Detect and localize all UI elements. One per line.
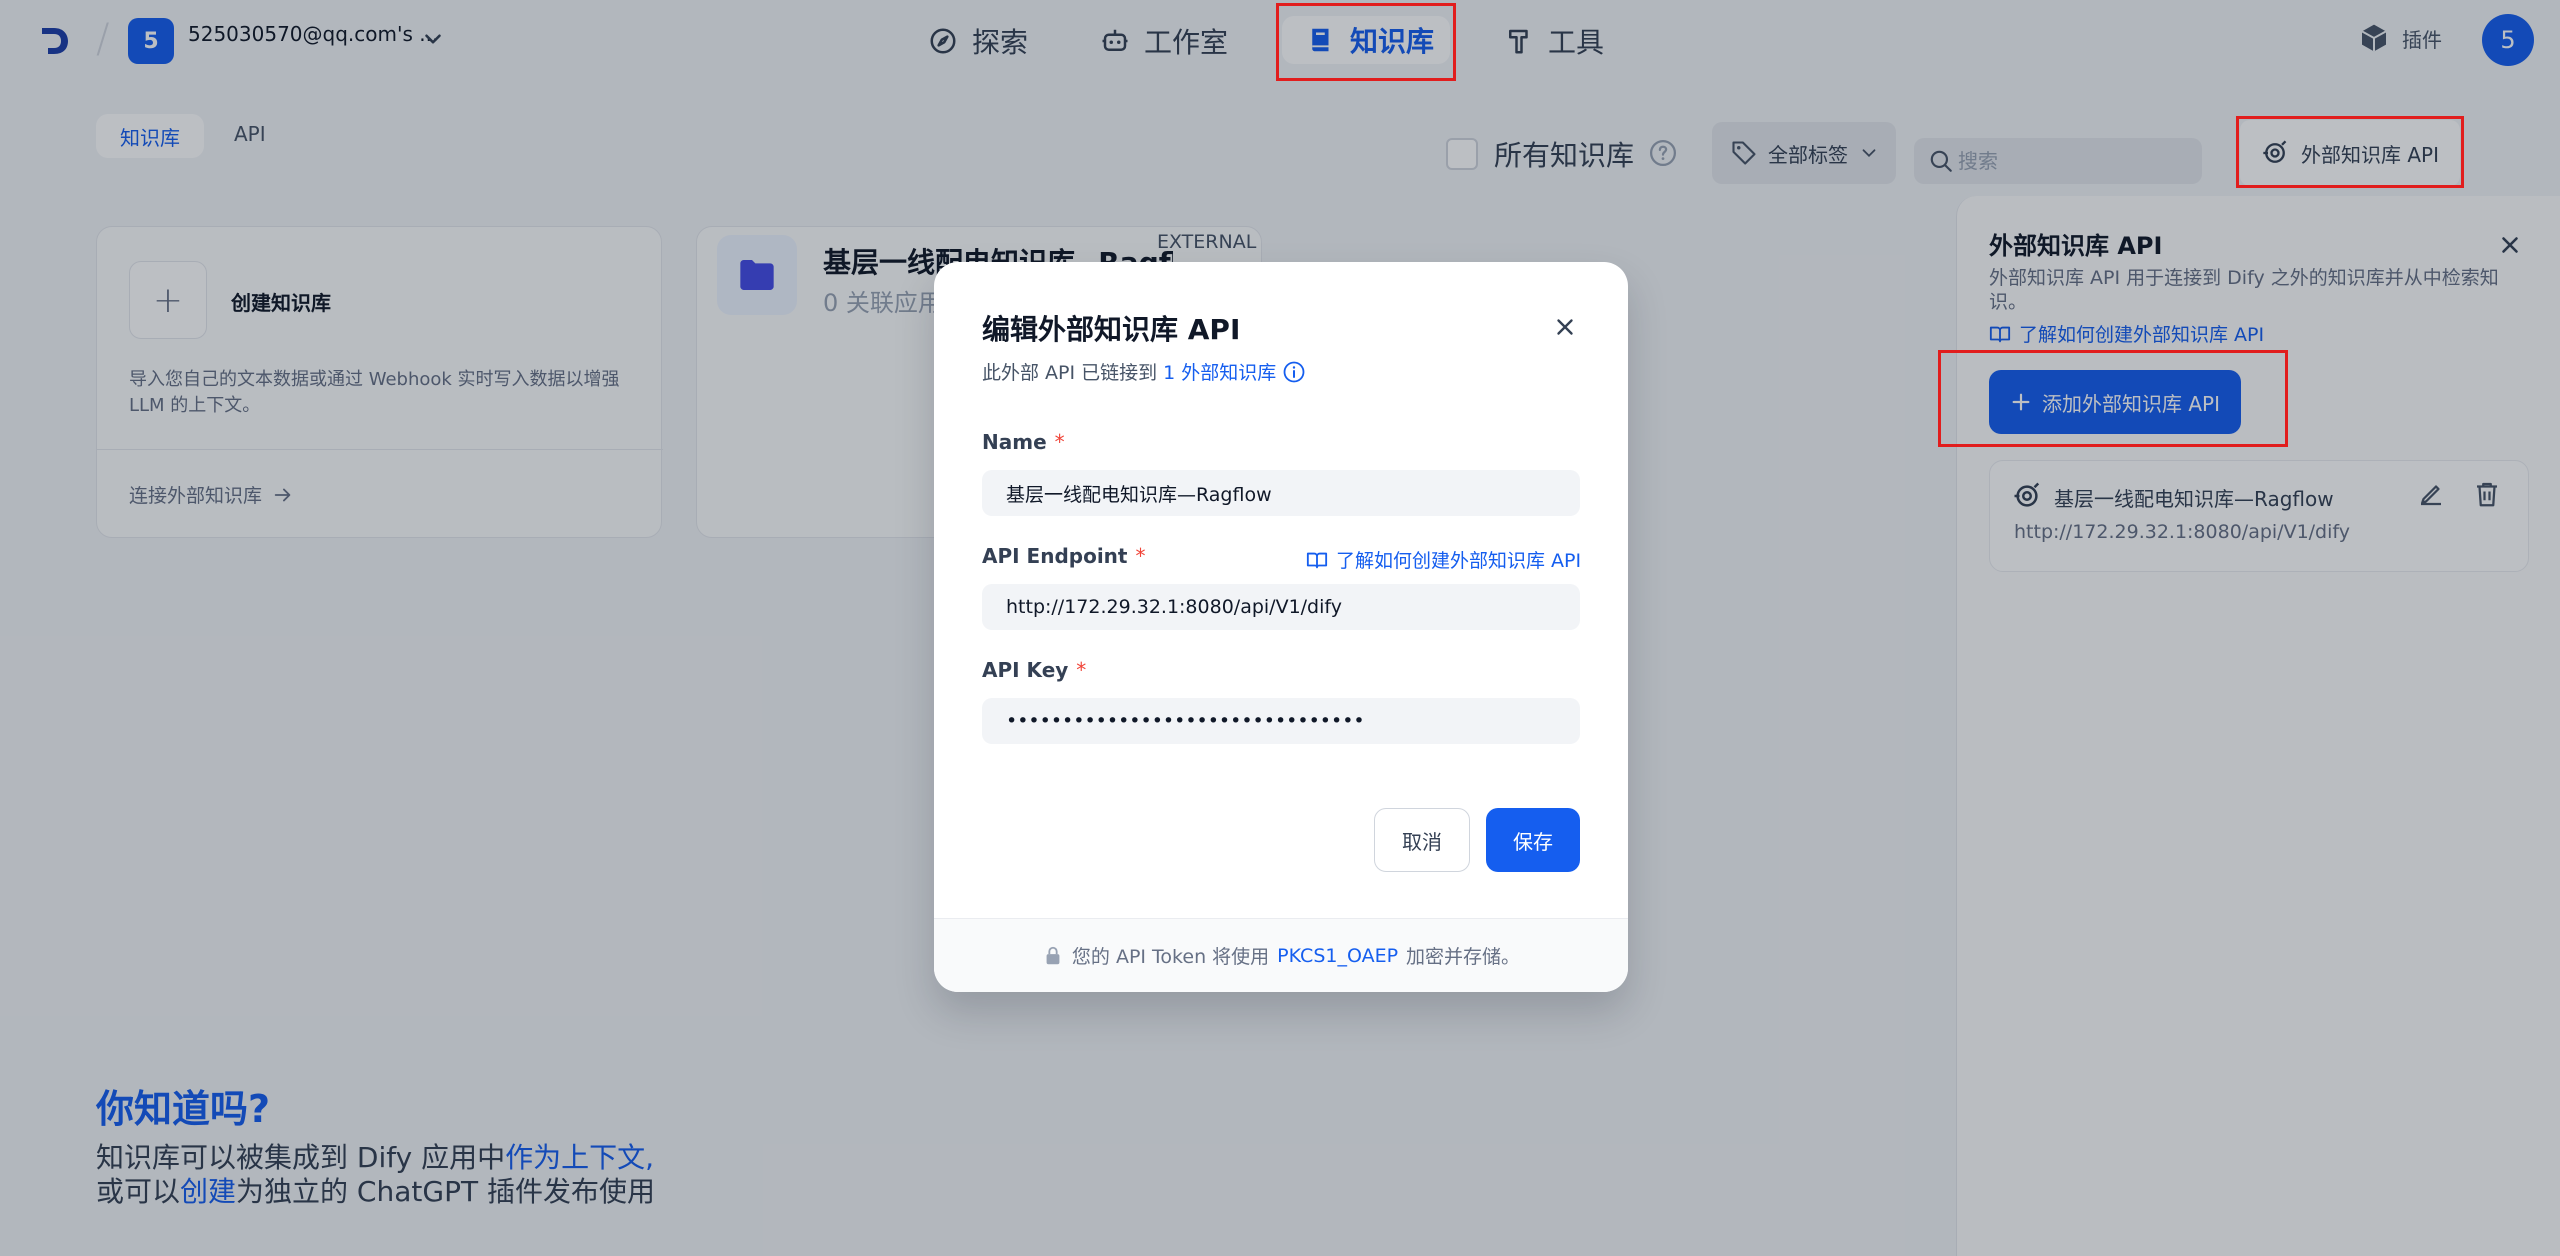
name-field[interactable] — [982, 470, 1580, 516]
footer-text-post: 加密并存储。 — [1406, 946, 1521, 968]
footer-text-pre: 您的 API Token 将使用 — [1071, 946, 1270, 968]
info-icon[interactable] — [1282, 360, 1306, 384]
cancel-button[interactable]: 取消 — [1374, 808, 1470, 872]
save-button[interactable]: 保存 — [1486, 808, 1580, 872]
book-open-icon — [1306, 552, 1328, 568]
highlight-box-add-api — [1938, 350, 2288, 447]
modal-title: 编辑外部知识库 API — [982, 313, 1241, 346]
highlight-box-external-api — [2236, 116, 2464, 188]
api-key-label: API Key * — [982, 658, 1086, 682]
modal-subtitle: 此外部 API 已链接到 1 外部知识库 — [982, 358, 1306, 385]
endpoint-field[interactable] — [982, 584, 1580, 630]
name-label-text: Name — [982, 430, 1047, 454]
lock-icon — [1046, 946, 1060, 964]
endpoint-doc-link[interactable]: 了解如何创建外部知识库 API — [1306, 546, 1581, 573]
api-key-label-text: API Key — [982, 658, 1069, 682]
close-icon[interactable] — [1552, 314, 1578, 340]
edit-external-api-modal: 编辑外部知识库 API 此外部 API 已链接到 1 外部知识库 Name * A… — [934, 262, 1628, 992]
required-mark: * — [1076, 658, 1087, 682]
endpoint-label: API Endpoint * — [982, 544, 1145, 568]
pkcs-link[interactable]: PKCS1_OAEP — [1277, 945, 1398, 967]
modal-footer: 您的 API Token 将使用 PKCS1_OAEP 加密并存储。 — [934, 918, 1628, 992]
highlight-box-knowledge-nav — [1276, 3, 1456, 81]
api-key-field[interactable] — [982, 698, 1580, 744]
endpoint-label-text: API Endpoint — [982, 544, 1128, 568]
required-mark: * — [1054, 430, 1065, 454]
name-label: Name * — [982, 430, 1065, 454]
modal-subtitle-text: 此外部 API 已链接到 — [982, 362, 1158, 384]
endpoint-doc-link-label: 了解如何创建外部知识库 API — [1336, 550, 1582, 572]
required-mark: * — [1135, 544, 1146, 568]
linked-knowledge-link[interactable]: 1 外部知识库 — [1163, 358, 1276, 385]
